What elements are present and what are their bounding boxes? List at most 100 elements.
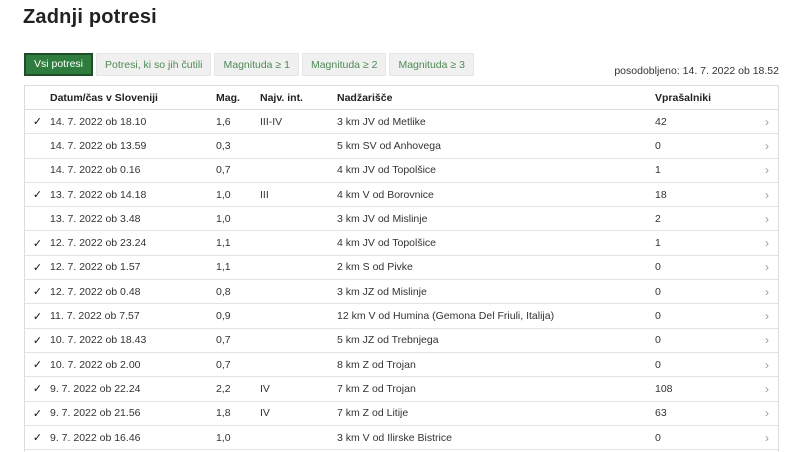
- cell-time: 11. 7. 2022 ob 7.57: [50, 303, 216, 329]
- felt-check-icon: ✓: [25, 279, 50, 305]
- chevron-right-icon[interactable]: ›: [756, 401, 778, 426]
- filter-tab-all[interactable]: Vsi potresi: [24, 53, 94, 76]
- chevron-right-icon[interactable]: ›: [756, 133, 778, 159]
- cell-epicenter: 4 km V od Borovnice: [337, 182, 655, 208]
- cell-intensity: III: [260, 182, 337, 208]
- earthquake-table-container: Datum/čas v Sloveniji Mag. Najv. int. Na…: [24, 85, 779, 452]
- cell-magnitude: 0,7: [216, 158, 260, 183]
- cell-time: 14. 7. 2022 ob 0.16: [50, 158, 216, 183]
- filter-tab-mag-2[interactable]: Magnituda ≥ 2: [301, 53, 387, 76]
- cell-intensity: [260, 352, 337, 378]
- chevron-right-icon[interactable]: ›: [756, 230, 778, 256]
- chevron-right-icon[interactable]: ›: [756, 328, 778, 353]
- cell-magnitude: 0,3: [216, 133, 260, 159]
- cell-intensity: [260, 425, 337, 451]
- cell-intensity: [260, 230, 337, 256]
- header-magnitude: Mag.: [216, 86, 260, 110]
- filter-tab-felt[interactable]: Potresi, ki so jih čutili: [96, 53, 212, 76]
- cell-questionnaires: 108: [655, 376, 756, 402]
- cell-epicenter: 12 km V od Humina (Gemona Del Friuli, It…: [337, 303, 655, 329]
- felt-check-icon: [25, 158, 50, 183]
- table-row[interactable]: ✓ 11. 7. 2022 ob 7.57 0,9 12 km V od Humina…: [25, 303, 778, 329]
- cell-epicenter: 2 km S od Pivke: [337, 255, 655, 281]
- chevron-right-icon[interactable]: ›: [756, 182, 778, 208]
- cell-questionnaires: 63: [655, 401, 756, 426]
- cell-magnitude: 2,2: [216, 376, 260, 402]
- cell-time: 13. 7. 2022 ob 3.48: [50, 206, 216, 232]
- chevron-right-icon[interactable]: ›: [756, 425, 778, 451]
- felt-check-icon: [25, 133, 50, 159]
- cell-magnitude: 1,1: [216, 230, 260, 256]
- chevron-right-icon[interactable]: ›: [756, 303, 778, 329]
- header-time: Datum/čas v Sloveniji: [50, 86, 216, 110]
- chevron-right-icon[interactable]: ›: [756, 206, 778, 232]
- felt-check-icon: ✓: [25, 401, 50, 426]
- felt-check-icon: ✓: [25, 376, 50, 402]
- cell-questionnaires: 1: [655, 158, 756, 183]
- cell-epicenter: 3 km JV od Mislinje: [337, 206, 655, 232]
- cell-magnitude: 0,7: [216, 352, 260, 378]
- table-header-row: Datum/čas v Sloveniji Mag. Najv. int. Na…: [25, 86, 778, 110]
- table-row[interactable]: ✓ 9. 7. 2022 ob 21.56 1,8 IV 7 km Z od Litij…: [25, 401, 778, 426]
- table-row[interactable]: 14. 7. 2022 ob 13.59 0,3 5 km SV od Anhove…: [25, 133, 778, 159]
- cell-time: 12. 7. 2022 ob 0.48: [50, 279, 216, 305]
- table-row[interactable]: ✓ 10. 7. 2022 ob 2.00 0,7 8 km Z od Trojan 0…: [25, 352, 778, 378]
- header-questionnaires: Vprašalniki: [655, 86, 756, 110]
- table-row[interactable]: 13. 7. 2022 ob 3.48 1,0 3 km JV od Mislinj…: [25, 206, 778, 232]
- felt-check-icon: ✓: [25, 425, 50, 451]
- cell-epicenter: 7 km Z od Trojan: [337, 376, 655, 402]
- header-felt: [25, 86, 50, 110]
- table-row[interactable]: ✓ 9. 7. 2022 ob 22.24 2,2 IV 7 km Z od Troja…: [25, 376, 778, 402]
- cell-epicenter: 5 km SV od Anhovega: [337, 133, 655, 159]
- cell-time: 14. 7. 2022 ob 13.59: [50, 133, 216, 159]
- felt-check-icon: ✓: [25, 303, 50, 329]
- chevron-right-icon[interactable]: ›: [756, 109, 778, 135]
- cell-questionnaires: 0: [655, 425, 756, 451]
- felt-check-icon: ✓: [25, 230, 50, 256]
- table-row[interactable]: ✓ 12. 7. 2022 ob 0.48 0,8 3 km JZ od Mislin…: [25, 279, 778, 305]
- cell-questionnaires: 0: [655, 328, 756, 353]
- cell-magnitude: 1,0: [216, 206, 260, 232]
- cell-questionnaires: 0: [655, 352, 756, 378]
- filter-tab-mag-1[interactable]: Magnituda ≥ 1: [214, 53, 299, 76]
- felt-check-icon: ✓: [25, 182, 50, 208]
- cell-magnitude: 1,6: [216, 109, 260, 135]
- table-row[interactable]: ✓ 9. 7. 2022 ob 16.46 1,0 3 km V od Ilirske…: [25, 425, 778, 451]
- earthquake-table: Datum/čas v Sloveniji Mag. Najv. int. Na…: [25, 86, 778, 451]
- updated-timestamp: posodobljeno: 14. 7. 2022 ob 18.52: [614, 65, 779, 77]
- cell-intensity: IV: [260, 376, 337, 402]
- cell-intensity: [260, 206, 337, 232]
- cell-magnitude: 1,0: [216, 182, 260, 208]
- filter-tabs: Vsi potresi Potresi, ki so jih čutili Ma…: [24, 53, 474, 76]
- cell-questionnaires: 0: [655, 279, 756, 305]
- chevron-right-icon[interactable]: ›: [756, 279, 778, 305]
- cell-time: 12. 7. 2022 ob 1.57: [50, 255, 216, 281]
- cell-time: 10. 7. 2022 ob 18.43: [50, 328, 216, 353]
- table-row[interactable]: 14. 7. 2022 ob 0.16 0,7 4 km JV od Topolši…: [25, 158, 778, 183]
- cell-questionnaires: 0: [655, 255, 756, 281]
- felt-check-icon: ✓: [25, 255, 50, 281]
- cell-magnitude: 0,8: [216, 279, 260, 305]
- table-row[interactable]: ✓ 12. 7. 2022 ob 1.57 1,1 2 km S od Pivke 0 ›: [25, 255, 778, 281]
- cell-time: 9. 7. 2022 ob 16.46: [50, 425, 216, 451]
- cell-intensity: [260, 255, 337, 281]
- table-row[interactable]: ✓ 14. 7. 2022 ob 18.10 1,6 III-IV 3 km JV od…: [25, 109, 778, 135]
- cell-epicenter: 5 km JZ od Trebnjega: [337, 328, 655, 353]
- chevron-right-icon[interactable]: ›: [756, 255, 778, 281]
- felt-check-icon: [25, 206, 50, 232]
- cell-magnitude: 0,7: [216, 328, 260, 353]
- table-row[interactable]: ✓ 13. 7. 2022 ob 14.18 1,0 III 4 km V od Bor…: [25, 182, 778, 208]
- chevron-right-icon[interactable]: ›: [756, 158, 778, 183]
- filter-tab-mag-3[interactable]: Magnituda ≥ 3: [389, 53, 474, 76]
- cell-time: 14. 7. 2022 ob 18.10: [50, 109, 216, 135]
- cell-epicenter: 4 km JV od Topolšice: [337, 230, 655, 256]
- felt-check-icon: ✓: [25, 352, 50, 378]
- table-row[interactable]: ✓ 12. 7. 2022 ob 23.24 1,1 4 km JV od Topol…: [25, 230, 778, 256]
- chevron-right-icon[interactable]: ›: [756, 376, 778, 402]
- chevron-right-icon[interactable]: ›: [756, 352, 778, 378]
- table-row[interactable]: ✓ 10. 7. 2022 ob 18.43 0,7 5 km JZ od Trebn…: [25, 328, 778, 353]
- cell-magnitude: 0,9: [216, 303, 260, 329]
- cell-time: 12. 7. 2022 ob 23.24: [50, 230, 216, 256]
- cell-epicenter: 3 km JZ od Mislinje: [337, 279, 655, 305]
- cell-questionnaires: 0: [655, 303, 756, 329]
